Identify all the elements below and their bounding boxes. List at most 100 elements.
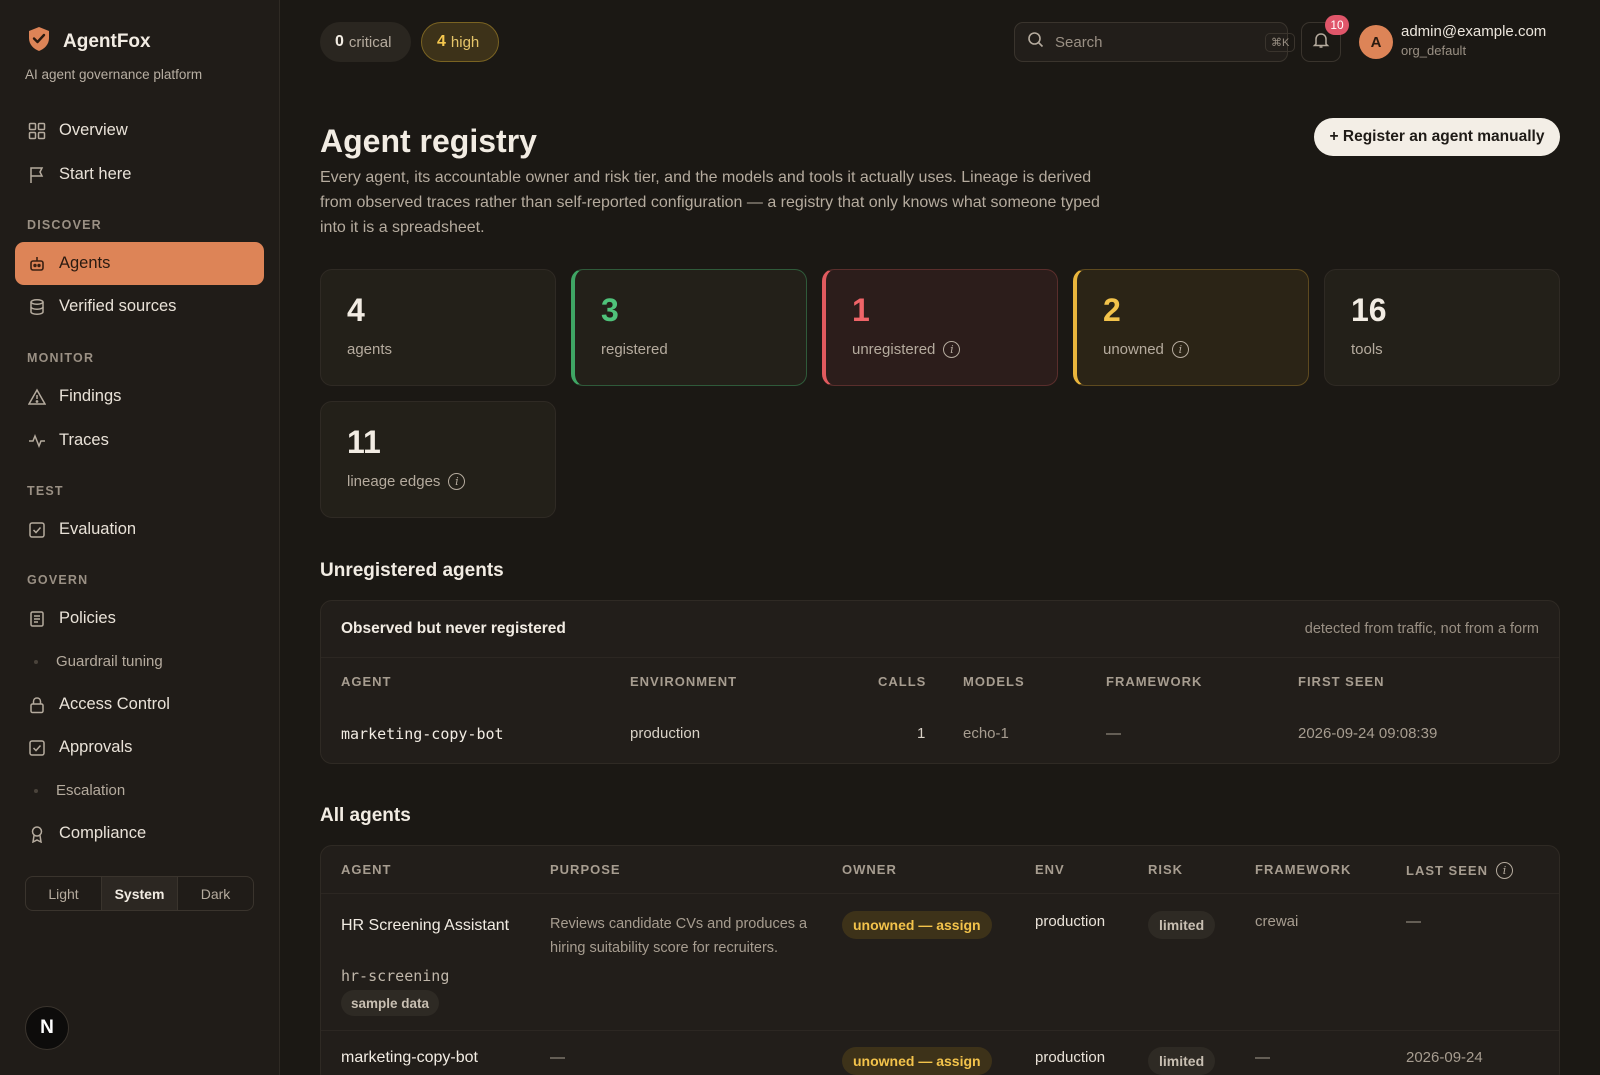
sidebar-item-access-control[interactable]: Access Control xyxy=(15,683,264,726)
sidebar-item-policies[interactable]: Policies xyxy=(15,597,264,640)
risk-badge: limited xyxy=(1148,1047,1216,1075)
stat-card-unowned[interactable]: 2 unowned i xyxy=(1073,269,1309,386)
agent-last-seen: — xyxy=(1406,913,1421,930)
user-email[interactable]: admin@example.com xyxy=(1401,23,1546,40)
first-seen: 2026-09-24 09:08:39 xyxy=(1298,725,1438,742)
sidebar-item-traces[interactable]: Traces xyxy=(15,419,264,462)
stat-card-tools[interactable]: 16 tools xyxy=(1324,269,1560,386)
warning-triangle-icon xyxy=(28,387,46,406)
stat-card-lineage-edges[interactable]: 11 lineage edges i xyxy=(320,401,556,518)
column-header[interactable]: FRAMEWORK xyxy=(1255,862,1351,877)
column-header[interactable]: ENV xyxy=(1035,862,1065,877)
theme-light-button[interactable]: Light xyxy=(26,877,101,910)
stat-label: unowned xyxy=(1103,341,1164,358)
info-icon[interactable]: i xyxy=(1495,862,1513,879)
sidebar-item-label: Compliance xyxy=(59,824,147,842)
sample-data-badge: sample data xyxy=(341,990,440,1016)
sidebar-item-label: Agents xyxy=(59,254,111,272)
critical-label: critical xyxy=(348,33,392,51)
agent-name[interactable]: marketing-copy-bot xyxy=(341,1049,478,1067)
section-discover: DISCOVER xyxy=(27,218,102,232)
search-box[interactable]: ⌘K xyxy=(1014,22,1296,62)
sidebar-item-verified-sources[interactable]: Verified sources xyxy=(15,285,264,328)
sidebar-item-agents[interactable]: Agents xyxy=(15,242,264,285)
models: echo-1 xyxy=(963,725,1009,742)
column-header[interactable]: RISK xyxy=(1148,862,1183,877)
activity-icon xyxy=(28,432,46,450)
stat-card-registered[interactable]: 3 registered xyxy=(571,269,807,386)
all-agents-section-title: All agents xyxy=(320,805,411,826)
search-input[interactable] xyxy=(1055,33,1254,51)
info-icon[interactable]: i xyxy=(1171,341,1189,358)
register-agent-button[interactable]: + Register an agent manually xyxy=(1314,118,1560,156)
sidebar-item-label: Verified sources xyxy=(59,297,177,315)
database-icon xyxy=(28,298,46,316)
section-govern: GOVERN xyxy=(27,573,89,587)
column-header[interactable]: AGENT xyxy=(341,674,392,689)
sidebar-item-label: Start here xyxy=(59,165,132,183)
page-description: Every agent, its accountable owner and r… xyxy=(320,169,1100,236)
info-icon[interactable]: i xyxy=(943,341,961,358)
agent-name[interactable]: HR Screening Assistant xyxy=(341,913,521,939)
info-icon[interactable]: i xyxy=(448,473,466,490)
bullet-icon xyxy=(34,788,38,793)
checkbox-icon xyxy=(28,739,46,757)
section-monitor: MONITOR xyxy=(27,351,95,365)
sidebar-item-start-here[interactable]: Start here xyxy=(15,153,264,196)
column-header[interactable]: AGENT xyxy=(341,862,392,877)
award-icon xyxy=(28,825,46,843)
stat-label: unregistered xyxy=(852,341,936,358)
risk-badge: limited xyxy=(1148,911,1216,939)
critical-findings-pill[interactable]: 0 critical xyxy=(320,22,411,62)
stat-label: lineage edges xyxy=(347,473,441,490)
sidebar-item-guardrail-tuning[interactable]: Guardrail tuning xyxy=(15,640,264,683)
stat-value: 11 xyxy=(347,424,381,460)
agent-env: production xyxy=(1035,913,1106,930)
sidebar-item-escalation[interactable]: Escalation xyxy=(15,769,264,812)
theme-dark-button[interactable]: Dark xyxy=(178,877,253,910)
n-logo-button[interactable]: N xyxy=(25,1006,69,1050)
column-header[interactable]: MODELS xyxy=(963,674,1025,689)
agent-framework: crewai xyxy=(1255,913,1299,930)
sidebar-item-label: Overview xyxy=(59,121,128,139)
agent-slug: hr-screening xyxy=(341,967,450,985)
sidebar-item-label: Findings xyxy=(59,387,122,405)
owner-assign-button[interactable]: unowned — assign xyxy=(842,911,992,939)
stat-label: tools xyxy=(1351,341,1383,358)
stat-label: agents xyxy=(347,341,393,358)
column-header[interactable]: FIRST SEEN xyxy=(1298,674,1385,689)
critical-count: 0 xyxy=(335,33,344,50)
sidebar-item-compliance[interactable]: Compliance xyxy=(15,812,264,855)
column-header[interactable]: FRAMEWORK xyxy=(1106,674,1202,689)
stat-card-unregistered[interactable]: 1 unregistered i xyxy=(822,269,1058,386)
grid-icon xyxy=(28,122,46,140)
avatar[interactable]: A xyxy=(1359,25,1393,59)
column-header[interactable]: OWNER xyxy=(842,862,897,877)
sidebar-item-overview[interactable]: Overview xyxy=(15,109,264,152)
high-findings-pill[interactable]: 4 high xyxy=(421,22,499,62)
column-header-last-seen[interactable]: LAST SEEN i xyxy=(1406,862,1513,879)
column-header[interactable]: ENVIRONMENT xyxy=(630,674,737,689)
owner-assign-button[interactable]: unowned — assign xyxy=(842,1047,992,1075)
sidebar-item-approvals[interactable]: Approvals xyxy=(15,726,264,769)
section-test: TEST xyxy=(27,484,64,498)
stat-value: 2 xyxy=(1103,292,1121,328)
column-header[interactable]: PURPOSE xyxy=(550,862,621,877)
brand[interactable]: AgentFox xyxy=(27,26,151,57)
lock-icon xyxy=(28,696,46,714)
high-label: high xyxy=(450,33,480,51)
card-note: detected from traffic, not from a form xyxy=(1304,621,1539,637)
sidebar-item-label: Traces xyxy=(59,431,109,449)
stat-card-agents[interactable]: 4 agents xyxy=(320,269,556,386)
agent-name[interactable]: marketing-copy-bot xyxy=(341,725,504,743)
column-header[interactable]: CALLS xyxy=(878,674,926,689)
stat-value: 1 xyxy=(852,292,870,328)
sidebar-item-evaluation[interactable]: Evaluation xyxy=(15,508,264,551)
sidebar-item-findings[interactable]: Findings xyxy=(15,375,264,418)
sidebar-item-label: Approvals xyxy=(59,738,133,756)
calls: 1 xyxy=(917,725,926,742)
theme-system-button[interactable]: System xyxy=(101,877,178,910)
high-count: 4 xyxy=(437,33,446,50)
sidebar-item-label: Guardrail tuning xyxy=(56,653,163,670)
flag-icon xyxy=(28,166,46,184)
